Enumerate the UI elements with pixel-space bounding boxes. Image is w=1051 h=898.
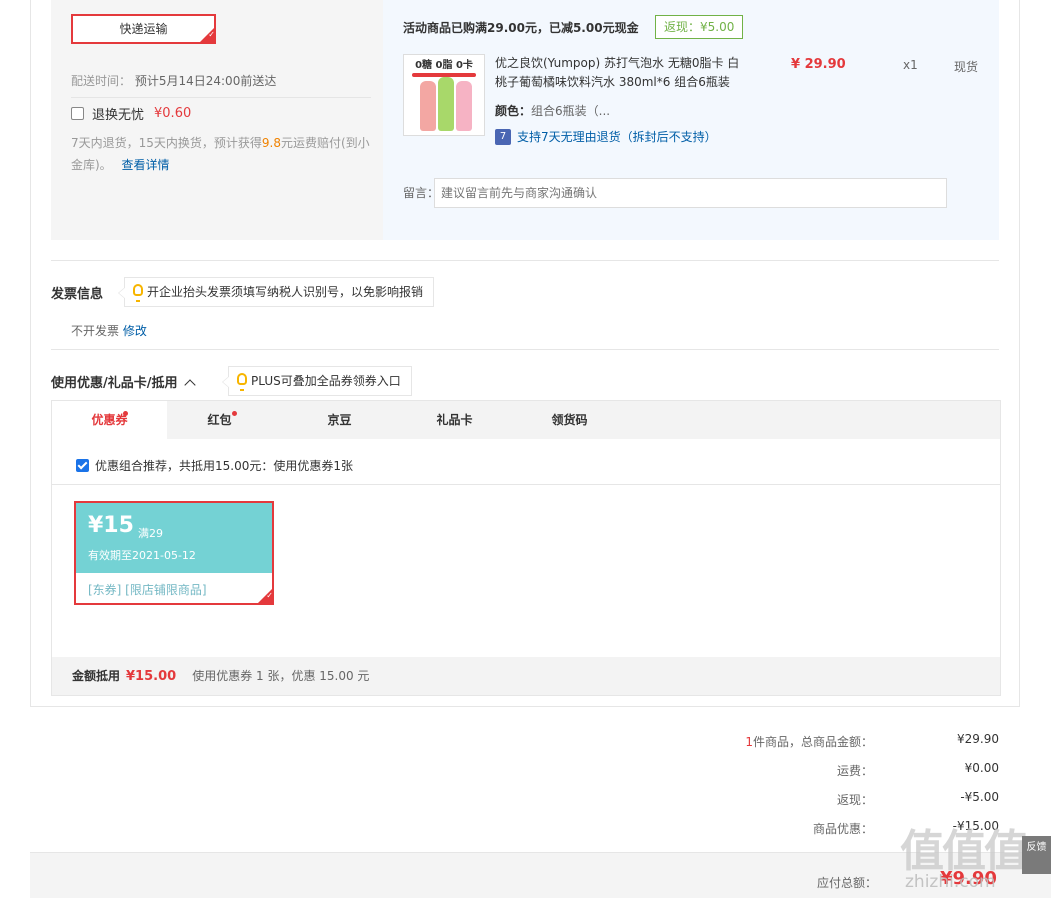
bottle-icon	[420, 81, 436, 131]
total-bar	[30, 852, 1051, 898]
coupon-panel: 优惠券 红包 京豆 礼品卡 领货码 优惠组合推荐，共抵用15.00元：使用优惠券…	[51, 400, 1001, 696]
combo-recommend-row[interactable]: 优惠组合推荐，共抵用15.00元：使用优惠券1张	[76, 457, 353, 474]
invoice-tip-text: 开企业抬头发票须填写纳税人识别号，以免影响报销	[147, 285, 424, 299]
invoice-tip: 开企业抬头发票须填写纳税人识别号，以免影响报销	[117, 277, 435, 307]
divider	[71, 97, 371, 98]
return-insurance-label: 退换无忧	[92, 108, 145, 123]
invoice-value-text: 不开发票	[71, 324, 120, 338]
summary-discount-label: 商品优惠：	[812, 822, 873, 836]
coupon-tip[interactable]: PLUS可叠加全品券领券入口	[222, 366, 412, 396]
tab-pickup-code[interactable]: 领货码	[512, 401, 627, 439]
summary-rebate-value: -¥5.00	[960, 790, 999, 804]
combo-text: 优惠组合推荐，共抵用15.00元：使用优惠券1张	[95, 459, 353, 473]
coupon-card-header: ¥15 满29 有效期至2021-05-12	[76, 503, 272, 573]
coupon-valid-date: 有效期至2021-05-12	[88, 549, 196, 562]
watermark-logo: 值值值	[900, 826, 1028, 877]
coupon-tip-text: PLUS可叠加全品券领券入口	[251, 374, 401, 388]
product-stock: 现货	[954, 60, 979, 74]
divider	[52, 484, 1000, 485]
bottle-icon	[456, 81, 472, 131]
summary-shipping-label: 运费：	[836, 764, 873, 778]
divider	[51, 260, 999, 261]
seven-day-return-icon: 7	[495, 128, 511, 145]
return-insurance-price: ¥0.60	[154, 106, 192, 121]
summary-rebate-label: 返现：	[836, 793, 873, 807]
ship-time-label: 配送时间：	[71, 74, 132, 88]
deduct-amount: ¥15.00	[126, 669, 177, 684]
lightbulb-icon	[237, 373, 247, 391]
product-qty: x1	[903, 58, 918, 72]
deduct-desc: 使用优惠券 1 张，优惠 15.00 元	[192, 669, 370, 683]
return-insurance-checkbox[interactable]	[71, 107, 84, 120]
return-desc-amount: 9.8	[261, 136, 281, 150]
ship-time-value: 预计5月14日24:00前送达	[134, 74, 277, 88]
invoice-edit-link[interactable]: 修改	[123, 324, 147, 338]
message-input[interactable]	[434, 178, 947, 208]
coupon-tabs: 优惠券 红包 京豆 礼品卡 领货码	[52, 401, 1000, 440]
new-dot-icon	[123, 411, 128, 416]
promo-line: 活动商品已购满29.00元，已减5.00元现金	[403, 21, 639, 35]
tab-label: 优惠券	[91, 413, 128, 427]
summary-shipping-value: ¥0.00	[964, 761, 999, 775]
summary-items-label: 1件商品，总商品金额：	[745, 733, 873, 750]
combo-checkbox[interactable]	[76, 459, 89, 472]
tab-gift-card[interactable]: 礼品卡	[397, 401, 512, 439]
watermark-url: zhizhi.com	[905, 872, 996, 892]
return-policy-text: 支持7天无理由退货（拆封后不支持）	[517, 130, 717, 144]
coupon-scope: [东券] [限店铺限商品]	[88, 583, 207, 597]
selected-check-icon	[200, 28, 215, 42]
selected-check-icon	[258, 589, 273, 603]
coupon-amount: ¥15	[88, 513, 134, 538]
coupon-condition: 满29	[138, 527, 163, 540]
ship-time: 配送时间： 预计5月14日24:00前送达	[71, 72, 276, 89]
express-delivery-option[interactable]: 快递运输	[71, 14, 216, 44]
summary-items-value: ¥29.90	[957, 732, 999, 746]
items-label: 件商品，总商品金额：	[752, 735, 873, 749]
invoice-title: 发票信息	[51, 287, 104, 302]
express-label: 快递运输	[119, 22, 168, 36]
coupon-summary-bar: 金额抵用 ¥15.00 使用优惠券 1 张，优惠 15.00 元	[52, 657, 1000, 695]
coupon-section-toggle[interactable]: 使用优惠/礼品卡/抵用	[51, 372, 196, 391]
invoice-value: 不开发票 修改	[71, 322, 147, 339]
lightbulb-icon	[133, 284, 143, 302]
item-count: 1	[745, 735, 753, 749]
product-name[interactable]: 优之良饮(Yumpop) 苏打气泡水 无糖0脂卡 白桃子葡萄橘味饮料汽水 380…	[495, 54, 745, 92]
tab-jingdou[interactable]: 京豆	[282, 401, 397, 439]
deduct-label: 金额抵用	[72, 669, 121, 683]
feedback-tab[interactable]: 反馈	[1022, 836, 1051, 874]
return-insurance-row[interactable]: 退换无忧 ¥0.60	[71, 104, 191, 123]
tab-label: 红包	[207, 413, 232, 427]
coupon-title: 使用优惠/礼品卡/抵用	[51, 376, 178, 391]
return-insurance-desc: 7天内退货，15天内换货，预计获得9.8元运费赔付(到小金库)。 查看详情	[71, 132, 371, 176]
product-image[interactable]: 0糖 0脂 0卡	[403, 54, 485, 136]
color-value: 组合6瓶装（...	[531, 104, 611, 118]
return-policy: 7 支持7天无理由退货（拆封后不支持）	[495, 128, 717, 145]
rebate-tag: 返现：¥5.00	[655, 15, 744, 39]
tab-red-packets[interactable]: 红包	[167, 401, 272, 439]
product-price: ¥ 29.90	[791, 57, 846, 72]
coupon-card[interactable]: ¥15 满29 有效期至2021-05-12 [东券] [限店铺限商品]	[74, 501, 274, 605]
tab-coupons[interactable]: 优惠券	[52, 401, 167, 440]
return-desc-prefix: 7天内退货，15天内换货，预计获得	[71, 136, 262, 150]
bottle-icon	[438, 77, 454, 131]
total-label: 应付总额：	[817, 876, 878, 890]
color-label: 颜色：	[495, 104, 532, 118]
new-dot-icon	[232, 411, 237, 416]
chevron-up-icon	[183, 379, 196, 391]
divider	[51, 349, 999, 350]
product-color: 颜色：组合6瓶装（...	[495, 102, 610, 119]
view-details-link[interactable]: 查看详情	[122, 158, 170, 172]
